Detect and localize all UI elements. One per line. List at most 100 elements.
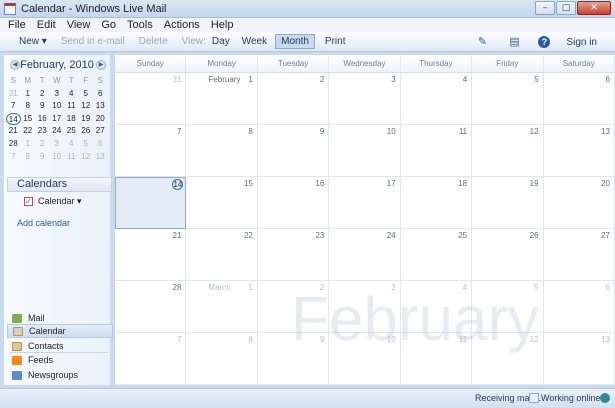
mini-calendar-day[interactable]: 14 xyxy=(6,112,21,126)
close-button[interactable]: ✕ xyxy=(577,1,611,15)
nav-calendar[interactable]: Calendar xyxy=(7,324,113,338)
day-cell[interactable]: 7 xyxy=(115,125,187,177)
mini-calendar-day[interactable]: 5 xyxy=(79,88,94,101)
day-cell[interactable]: 5 xyxy=(472,281,544,333)
menu-help[interactable]: Help xyxy=(211,19,234,31)
calendar-checkbox[interactable]: ✓ xyxy=(24,197,33,206)
day-cell[interactable]: 12 xyxy=(472,125,544,177)
mini-calendar-day[interactable]: 11 xyxy=(64,151,79,164)
day-cell[interactable]: 12 xyxy=(472,333,544,385)
menu-file[interactable]: File xyxy=(8,19,26,31)
mini-calendar-day[interactable]: 24 xyxy=(50,125,65,138)
mini-calendar-day[interactable]: 3 xyxy=(50,138,65,151)
sign-in-button[interactable]: Sign in xyxy=(566,37,597,48)
day-cell[interactable]: 24 xyxy=(329,229,401,281)
mini-calendar-day[interactable]: 25 xyxy=(64,125,79,138)
week-view-button[interactable]: Week xyxy=(242,36,267,47)
day-cell[interactable]: 18 xyxy=(400,177,473,229)
day-cell[interactable]: 31 xyxy=(115,73,187,125)
day-cell[interactable]: 13 xyxy=(543,333,615,385)
layout-menu-icon[interactable]: ▤ xyxy=(506,35,522,49)
menu-view[interactable]: View xyxy=(67,19,91,31)
nav-feeds[interactable]: Feeds xyxy=(7,353,113,367)
mini-calendar-day[interactable]: 31 xyxy=(6,88,21,101)
menu-go[interactable]: Go xyxy=(101,19,116,31)
menu-edit[interactable]: Edit xyxy=(37,19,56,31)
menu-tools[interactable]: Tools xyxy=(127,19,153,31)
day-cell[interactable]: 20 xyxy=(543,177,615,229)
day-cell[interactable]: 17 xyxy=(329,177,401,229)
day-cell[interactable]: 8 xyxy=(186,333,258,385)
mini-calendar-day[interactable]: 28 xyxy=(6,138,21,151)
calendar-label[interactable]: Calendar ▾ xyxy=(38,196,82,207)
send-in-email-button[interactable]: Send in e-mail xyxy=(61,36,125,47)
mini-calendar-day[interactable]: 17 xyxy=(50,113,65,126)
mini-calendar-day[interactable]: 8 xyxy=(21,100,36,113)
day-cell[interactable]: 14 xyxy=(115,177,187,229)
pen-color-icon[interactable]: ✎ xyxy=(474,35,490,49)
day-cell[interactable]: 9 xyxy=(257,333,330,385)
mini-calendar-day[interactable]: 26 xyxy=(79,125,94,138)
mini-calendar-day[interactable]: 1 xyxy=(21,138,36,151)
day-cell[interactable]: 22 xyxy=(186,229,258,281)
mini-calendar-day[interactable]: 15 xyxy=(21,113,36,126)
working-online-status[interactable]: Working online xyxy=(541,393,600,403)
mini-calendar-day[interactable]: 13 xyxy=(93,151,108,164)
day-cell[interactable]: 21 xyxy=(115,229,187,281)
calendar-list-item[interactable]: ✓ Calendar ▾ xyxy=(24,196,82,207)
day-cell[interactable]: 3 xyxy=(329,281,401,333)
day-cell[interactable]: 5 xyxy=(472,73,544,125)
mini-calendar-day[interactable]: 2 xyxy=(35,138,50,151)
mini-calendar-day[interactable]: 22 xyxy=(21,125,36,138)
mini-calendar-day[interactable]: 21 xyxy=(6,125,21,138)
mini-calendar-day[interactable]: 27 xyxy=(93,125,108,138)
day-cell[interactable]: 10 xyxy=(329,125,401,177)
day-cell[interactable]: 25 xyxy=(400,229,473,281)
day-cell[interactable]: 6 xyxy=(543,73,615,125)
menu-actions[interactable]: Actions xyxy=(164,19,200,31)
day-cell[interactable]: 23 xyxy=(257,229,330,281)
calendars-header[interactable]: Calendars xyxy=(7,177,112,192)
mini-calendar-day[interactable]: 18 xyxy=(64,113,79,126)
day-cell[interactable]: 2 xyxy=(257,281,330,333)
nav-contacts[interactable]: Contacts xyxy=(7,339,113,353)
day-cell[interactable]: 28 xyxy=(115,281,187,333)
mini-calendar-day[interactable]: 2 xyxy=(35,88,50,101)
mini-calendar-day[interactable]: 12 xyxy=(79,100,94,113)
day-cell[interactable]: 19 xyxy=(472,177,544,229)
day-cell[interactable]: 15 xyxy=(186,177,258,229)
nav-mail[interactable]: Mail xyxy=(7,311,113,325)
mini-calendar-day[interactable]: 1 xyxy=(21,88,36,101)
mini-calendar-day[interactable]: 16 xyxy=(35,113,50,126)
day-cell[interactable]: 4 xyxy=(400,281,473,333)
day-cell[interactable]: 10 xyxy=(329,333,401,385)
day-cell[interactable]: 2 xyxy=(257,73,330,125)
month-view-button[interactable]: Month xyxy=(275,34,315,49)
delete-button[interactable]: Delete xyxy=(139,36,168,47)
mini-calendar-day[interactable]: 4 xyxy=(64,138,79,151)
day-cell[interactable]: 11 xyxy=(400,125,473,177)
mini-calendar-day[interactable]: 19 xyxy=(79,113,94,126)
day-cell[interactable]: 7 xyxy=(115,333,187,385)
print-button[interactable]: Print xyxy=(325,36,346,47)
day-cell[interactable]: 9 xyxy=(257,125,330,177)
day-cell[interactable]: 6 xyxy=(543,281,615,333)
new-button[interactable]: New ▾ xyxy=(19,36,47,47)
mini-calendar-day[interactable]: 20 xyxy=(93,113,108,126)
mini-calendar-day[interactable]: 5 xyxy=(79,138,94,151)
mini-calendar-day[interactable]: 8 xyxy=(21,151,36,164)
mini-calendar-day[interactable]: 9 xyxy=(35,151,50,164)
day-view-button[interactable]: Day xyxy=(212,36,230,47)
day-cell[interactable]: 3 xyxy=(329,73,401,125)
nav-newsgroups[interactable]: Newsgroups xyxy=(7,368,113,382)
help-icon[interactable]: ? xyxy=(538,36,551,48)
mini-calendar-day[interactable]: 6 xyxy=(93,88,108,101)
day-cell[interactable]: 4 xyxy=(400,73,473,125)
day-cell[interactable]: 26 xyxy=(472,229,544,281)
day-cell[interactable]: February 1 xyxy=(186,73,258,125)
day-cell[interactable]: 8 xyxy=(186,125,258,177)
day-cell[interactable]: 11 xyxy=(400,333,473,385)
mini-calendar-day[interactable]: 12 xyxy=(79,151,94,164)
mini-calendar-day[interactable]: 9 xyxy=(35,100,50,113)
mini-calendar-day[interactable]: 3 xyxy=(50,88,65,101)
